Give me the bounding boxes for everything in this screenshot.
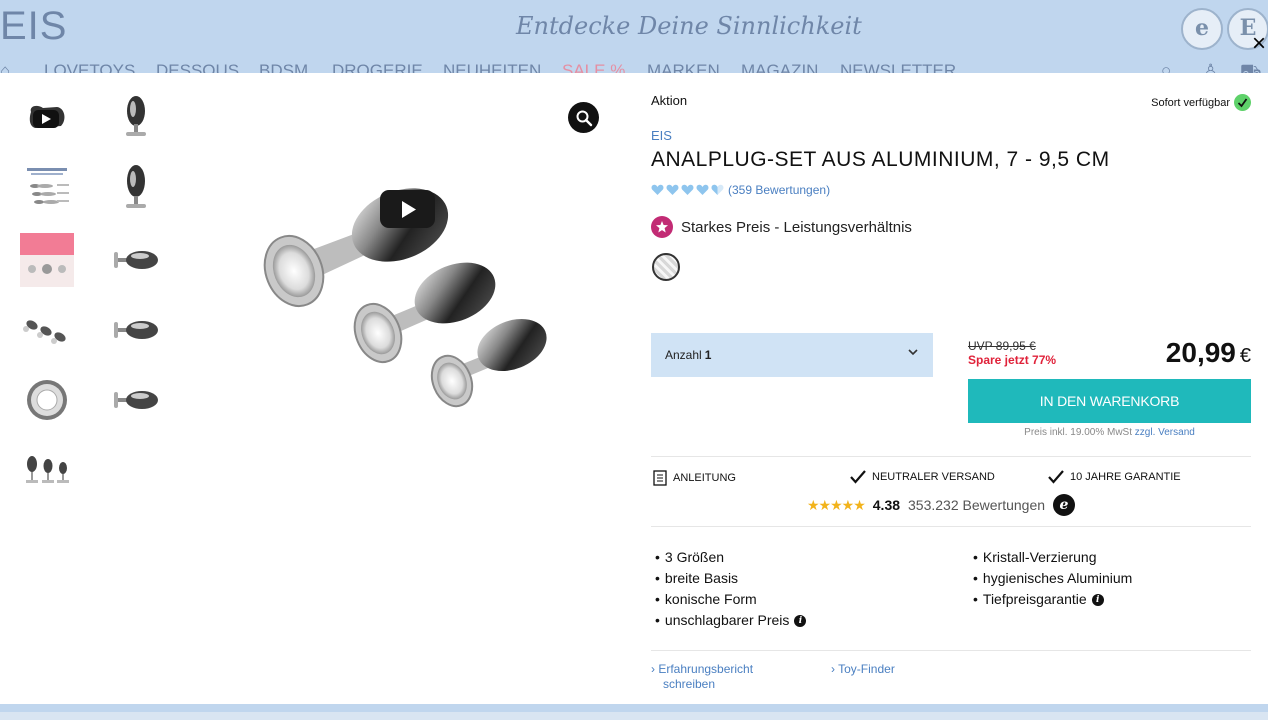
- rating-count[interactable]: (359 Bewertungen): [728, 183, 830, 197]
- checkmark-icon: [850, 470, 866, 484]
- shipping-link[interactable]: Versand: [1158, 427, 1195, 438]
- variant-swatch[interactable]: [652, 253, 680, 281]
- thumbnail-plug-side-2[interactable]: [109, 303, 163, 357]
- video-play-icon[interactable]: [380, 190, 435, 228]
- brand-link[interactable]: EIS: [651, 128, 672, 143]
- shop-reviews-count: 353.232 Bewertungen: [908, 497, 1046, 513]
- feature-item: • hygienisches Aluminium: [973, 570, 1133, 586]
- document-icon: [653, 470, 667, 486]
- divider: [651, 650, 1251, 651]
- check-icon: [1234, 94, 1251, 111]
- thumbnail-base-view[interactable]: [20, 373, 74, 427]
- thumbnail-plugs-angled[interactable]: [20, 303, 74, 357]
- aktion-label: Aktion: [651, 93, 688, 108]
- price-currency: €: [1239, 345, 1251, 367]
- quantity-label: Anzahl 1: [665, 348, 712, 362]
- thumbnail-video[interactable]: [20, 91, 74, 145]
- manual-link[interactable]: ANLEITUNG: [653, 470, 736, 486]
- product-title: ANALPLUG-SET AUS ALUMINIUM, 7 - 9,5 CM: [651, 148, 1110, 171]
- feature-item: • Kristall-Verzierung: [973, 549, 1097, 565]
- manual-label: ANLEITUNG: [673, 472, 736, 484]
- neutral-shipping-label: NEUTRALER VERSAND: [872, 471, 995, 483]
- magnifier-icon: [576, 110, 592, 126]
- thumbnail-pink-package[interactable]: [20, 233, 74, 287]
- availability-badge: Sofort verfügbar: [1151, 94, 1251, 111]
- divider: [651, 456, 1251, 457]
- chevron-down-icon: [908, 349, 918, 356]
- product-rating[interactable]: (359 Bewertungen): [651, 183, 830, 197]
- plug-small: [430, 318, 547, 408]
- product-price: 20,99 €: [1165, 337, 1251, 368]
- thumbnail-plug-side-1[interactable]: [109, 233, 163, 287]
- half-heart-icon: [711, 184, 724, 195]
- star-badge-icon: [651, 216, 673, 238]
- availability-text: Sofort verfügbar: [1151, 96, 1230, 109]
- thumbnail-plug-side-3[interactable]: [109, 373, 163, 427]
- site-header: EIS Entdecke Deine Sinnlichkeit e E ⌂ LO…: [0, 0, 1268, 75]
- zoom-button[interactable]: [568, 102, 599, 133]
- quantity-select[interactable]: Anzahl 1: [651, 333, 933, 377]
- guarantee: 10 JAHRE GARANTIE: [1048, 470, 1181, 484]
- feature-item: • konische Form: [655, 591, 757, 607]
- rating-hearts: [651, 184, 724, 196]
- heart-icon: [666, 184, 679, 195]
- thumbnail-plug-upright-1[interactable]: [109, 91, 163, 145]
- feature-item: • breite Basis: [655, 570, 739, 586]
- quantity-value: 1: [704, 348, 712, 362]
- usp-line: Starkes Preis - Leistungsverhältnis: [651, 216, 912, 238]
- divider: [651, 526, 1251, 527]
- shop-rating[interactable]: ★★★★★ 4.38 353.232 Bewertungen e: [807, 494, 1076, 516]
- checkmark-icon: [1048, 470, 1064, 484]
- info-icon[interactable]: i: [794, 614, 807, 627]
- savings-text: Spare jetzt 77%: [968, 353, 1057, 367]
- guarantee-label: 10 JAHRE GARANTIE: [1070, 471, 1181, 483]
- heart-icon: [681, 184, 694, 195]
- write-review-link[interactable]: › Erfahrungsbericht schreiben: [651, 662, 753, 692]
- uvp-price: UVP 89,95 €: [968, 339, 1036, 353]
- tax-info: Preis inkl. 19.00% MwSt zzgl. Versand: [1024, 427, 1195, 438]
- feature-item: • 3 Größen: [655, 549, 725, 565]
- thumbnail-three-sizes[interactable]: [20, 444, 74, 498]
- site-tagline: Entdecke Deine Sinnlichkeit: [516, 12, 862, 40]
- trusted-shops-badge[interactable]: e: [1181, 8, 1223, 50]
- neutral-shipping: NEUTRALER VERSAND: [850, 470, 995, 484]
- thumbnail-plug-upright-2[interactable]: [109, 162, 163, 216]
- info-icon[interactable]: i: [1091, 593, 1104, 606]
- usp-text: Starkes Preis - Leistungsverhältnis: [681, 218, 912, 236]
- quick-view-modal: Aktion Sofort verfügbar EIS ANALPLUG-SET…: [0, 73, 1268, 704]
- heart-icon: [651, 184, 664, 195]
- features-right: • Kristall-Verzierung • hygienisches Alu…: [973, 547, 1132, 610]
- feature-item: • Tiefpreisgarantie i: [973, 589, 1132, 610]
- thumbnail-size-chart[interactable]: [20, 162, 74, 216]
- main-product-image[interactable]: [250, 173, 560, 418]
- close-icon[interactable]: ×: [1248, 32, 1268, 56]
- feature-item: • unschlagbarer Preis i: [655, 610, 807, 631]
- shipping-cost-link[interactable]: zzgl.: [1135, 427, 1156, 438]
- site-logo[interactable]: EIS: [0, 4, 67, 49]
- heart-icon: [696, 184, 709, 195]
- features-left: • 3 Größen • breite Basis • konische For…: [655, 547, 807, 631]
- add-to-cart-button[interactable]: IN DEN WARENKORB: [968, 379, 1251, 423]
- product-details: Aktion Sofort verfügbar EIS ANALPLUG-SET…: [651, 73, 1251, 704]
- page-footer-line: [0, 712, 1268, 720]
- rating-stars: ★★★★★: [807, 496, 866, 513]
- toy-finder-link[interactable]: › Toy-Finder: [831, 662, 895, 677]
- trusted-shops-icon: e: [1053, 494, 1076, 516]
- rating-score: 4.38: [872, 497, 901, 513]
